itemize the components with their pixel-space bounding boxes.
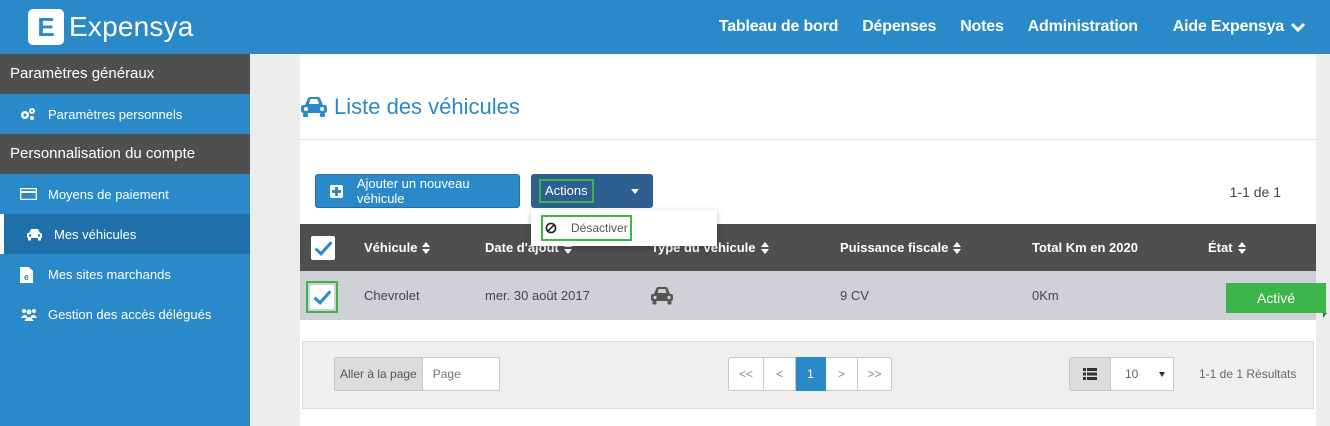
- list-icon: [1083, 368, 1097, 380]
- badge-ribbon-fold: [1323, 313, 1327, 318]
- sidebar: Paramètres généraux Paramètres personnel…: [0, 54, 250, 426]
- page-title-text: Liste des véhicules: [334, 94, 520, 119]
- list-view-button[interactable]: [1069, 357, 1111, 391]
- users-icon: [20, 308, 42, 321]
- app-name: Expensya: [69, 11, 194, 42]
- ban-icon: [545, 222, 557, 234]
- table-header: Véhicule Date d'ajout Type du véhicule P…: [300, 224, 1316, 271]
- car-icon: [651, 287, 673, 305]
- app-logo[interactable]: E Expensya: [28, 9, 194, 45]
- actions-menu: Désactiver: [531, 210, 717, 246]
- sort-icon: [422, 241, 431, 254]
- cell-date-added: mer. 30 août 2017: [485, 288, 590, 303]
- chevron-down-icon: [1290, 22, 1306, 33]
- nav-help-menu[interactable]: Aide Expensya: [1173, 18, 1306, 36]
- goto-page: Aller à la page: [334, 357, 500, 391]
- first-page-button[interactable]: <<: [728, 357, 764, 391]
- logo-letter: E: [37, 12, 55, 42]
- select-all-checkbox[interactable]: [311, 224, 335, 271]
- column-header-total-km[interactable]: Total Km en 2020: [1032, 224, 1138, 271]
- column-header-vehicle[interactable]: Véhicule: [364, 224, 431, 271]
- actions-dropdown-button[interactable]: Actions: [531, 174, 653, 208]
- top-nav: Tableau de bord Dépenses Notes Administr…: [695, 0, 1306, 54]
- sidebar-section-general: Paramètres généraux: [0, 54, 250, 94]
- record-count: 1-1 de 1: [1229, 184, 1281, 200]
- add-vehicle-label: Ajouter un nouveau véhicule: [356, 176, 470, 206]
- sidebar-item-payment-methods[interactable]: Moyens de paiement: [0, 174, 250, 214]
- gears-icon: [20, 107, 42, 121]
- status-badge: Activé: [1226, 283, 1326, 313]
- next-page-button[interactable]: >: [826, 357, 858, 391]
- sidebar-item-label: Moyens de paiement: [48, 186, 169, 202]
- sidebar-item-label: Gestion des accès délégués: [48, 306, 212, 322]
- nav-expenses[interactable]: Dépenses: [862, 18, 936, 36]
- prev-page-button[interactable]: <: [764, 357, 796, 391]
- column-header-label: Total Km en 2020: [1032, 240, 1138, 255]
- results-summary: 1-1 de 1 Résultats: [1199, 367, 1297, 381]
- checkbox-checked: [310, 285, 334, 309]
- nav-dashboard[interactable]: Tableau de bord: [719, 18, 839, 36]
- caret-down-icon: [631, 189, 639, 194]
- actions-label: Actions: [539, 179, 594, 203]
- page-buttons: << < 1 > >>: [728, 357, 892, 391]
- nav-help-label: Aide Expensya: [1172, 18, 1284, 35]
- sidebar-item-label: Mes véhicules: [54, 226, 137, 242]
- nav-administration[interactable]: Administration: [1028, 18, 1138, 36]
- page-title: Liste des véhicules: [300, 94, 520, 120]
- sidebar-item-merchant-sites[interactable]: e Mes sites marchands: [0, 254, 250, 294]
- sidebar-item-personal-settings[interactable]: Paramètres personnels: [0, 94, 250, 134]
- cell-vehicle: Chevrolet: [364, 288, 420, 303]
- top-bar: E Expensya Tableau de bord Dépenses Note…: [0, 0, 1330, 54]
- sort-icon: [760, 241, 769, 254]
- sidebar-section-account: Personnalisation du compte: [0, 134, 250, 174]
- sort-icon: [1237, 241, 1246, 254]
- panel-header: Liste des véhicules: [300, 54, 1316, 140]
- row-checkbox[interactable]: [306, 281, 338, 313]
- column-header-label: Puissance fiscale: [840, 240, 949, 255]
- menu-item-label: Désactiver: [571, 221, 628, 235]
- table-row[interactable]: Chevrolet mer. 30 août 2017 9 CV 0Km: [300, 271, 1316, 320]
- column-header-state[interactable]: État: [1208, 224, 1246, 271]
- sidebar-item-vehicles[interactable]: Mes véhicules: [0, 214, 250, 254]
- goto-page-label: Aller à la page: [334, 357, 422, 391]
- per-page-value: 10: [1125, 367, 1139, 381]
- sidebar-item-delegated-access[interactable]: Gestion des accès délégués: [0, 294, 250, 334]
- sort-icon: [953, 241, 962, 254]
- cell-total-km: 0Km: [1032, 288, 1059, 303]
- per-page-select[interactable]: 10: [1110, 357, 1174, 391]
- main-panel: Liste des véhicules Ajouter un nouveau v…: [300, 54, 1327, 426]
- caret-down-icon: [1159, 372, 1165, 377]
- logo-mark: E: [28, 9, 64, 45]
- nav-notes[interactable]: Notes: [960, 18, 1004, 36]
- credit-card-icon: [20, 188, 42, 200]
- menu-item-deactivate[interactable]: Désactiver: [541, 215, 632, 241]
- column-header-label: État: [1208, 240, 1233, 255]
- expensya-file-icon: e: [20, 266, 42, 283]
- car-icon: [301, 97, 327, 117]
- sidebar-item-label: Mes sites marchands: [48, 266, 171, 282]
- cell-vehicle-type: [650, 271, 674, 320]
- car-icon: [26, 228, 48, 241]
- plus-square-icon: [330, 184, 343, 198]
- add-vehicle-button[interactable]: Ajouter un nouveau véhicule: [315, 174, 520, 208]
- last-page-button[interactable]: >>: [858, 357, 892, 391]
- column-header-label: Véhicule: [364, 240, 418, 255]
- column-header-fiscal-power[interactable]: Puissance fiscale: [840, 224, 962, 271]
- checkbox-checked: [311, 235, 335, 260]
- sidebar-item-label: Paramètres personnels: [48, 106, 183, 122]
- current-page-button[interactable]: 1: [796, 357, 826, 391]
- svg-text:e: e: [24, 272, 29, 282]
- cell-fiscal-power: 9 CV: [840, 288, 869, 303]
- goto-page-input[interactable]: [421, 357, 500, 391]
- pagination-bar: Aller à la page << < 1 > >> 10 1-1 de 1 …: [302, 341, 1314, 409]
